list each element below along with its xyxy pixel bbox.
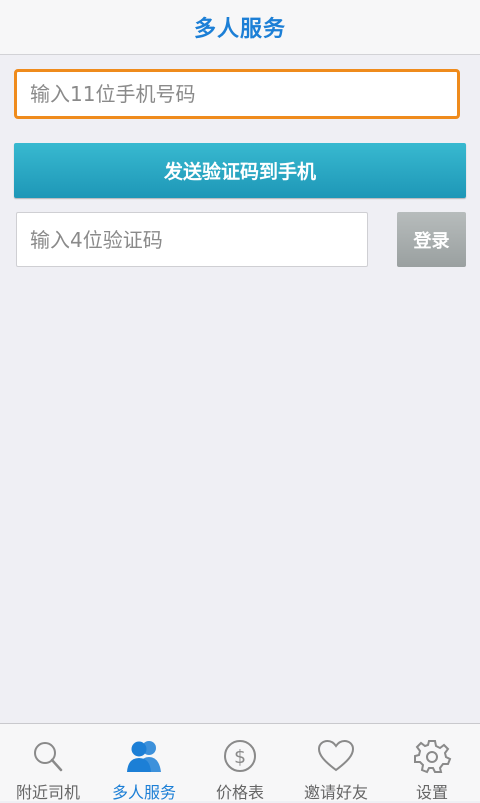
heart-icon <box>316 738 356 774</box>
tab-label: 附近司机 <box>15 783 80 802</box>
send-code-button[interactable]: 发送验证码到手机 <box>14 143 466 198</box>
login-button[interactable]: 登录 <box>397 212 466 267</box>
dollar-icon: $ <box>220 738 260 774</box>
phone-number-input[interactable] <box>14 69 460 119</box>
verification-code-input[interactable] <box>16 212 368 267</box>
tab-nearby-drivers[interactable]: 附近司机 <box>0 724 96 802</box>
search-icon <box>28 738 68 774</box>
gear-icon <box>412 738 452 774</box>
tab-price-list[interactable]: $ 价格表 <box>192 724 288 802</box>
tab-label: 邀请好友 <box>303 783 368 802</box>
people-icon <box>124 738 164 774</box>
tab-label: 价格表 <box>215 783 264 802</box>
bottom-tab-bar: 附近司机 多人服务 $ 价格表 邀请好友 设置 <box>0 723 480 802</box>
tab-label: 设置 <box>415 783 448 802</box>
tab-label: 多人服务 <box>111 783 176 802</box>
tab-settings[interactable]: 设置 <box>384 724 480 802</box>
svg-text:$: $ <box>234 746 246 768</box>
tab-invite-friends[interactable]: 邀请好友 <box>288 724 384 802</box>
tab-multi-service[interactable]: 多人服务 <box>96 724 192 802</box>
page-title: 多人服务 <box>193 17 286 42</box>
app-header: 多人服务 <box>0 0 480 55</box>
